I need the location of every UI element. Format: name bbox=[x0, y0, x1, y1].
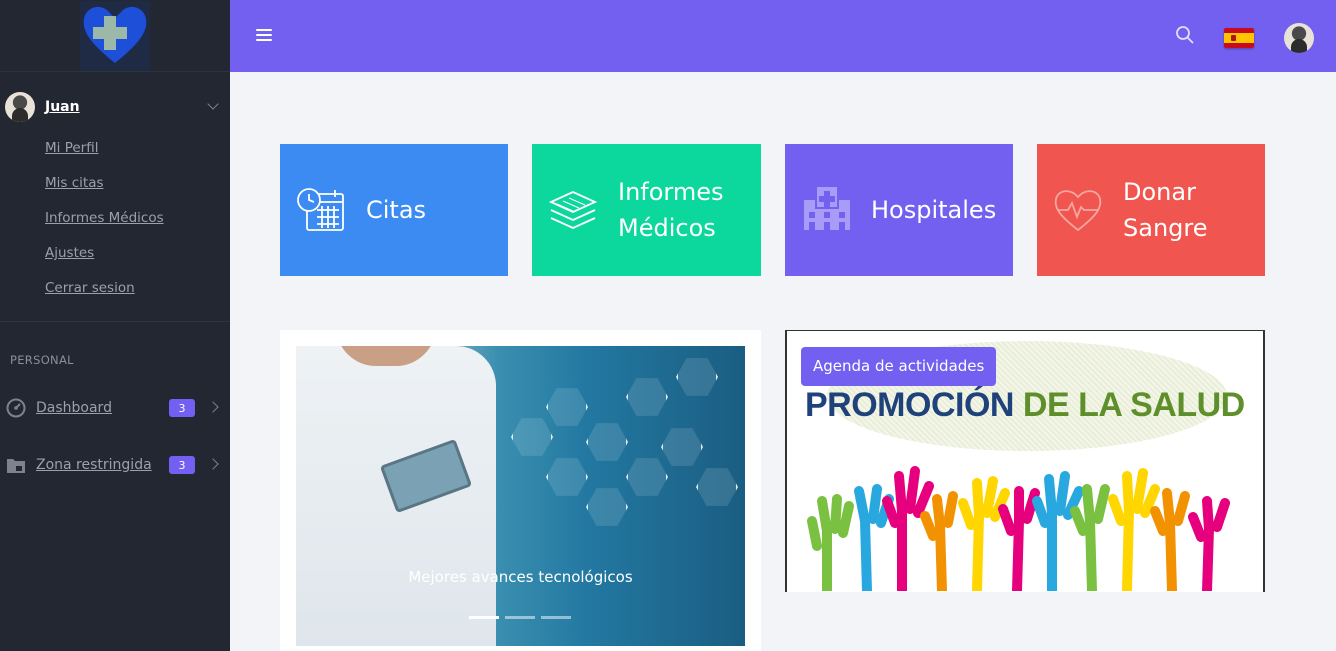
carousel-indicator[interactable] bbox=[505, 616, 535, 619]
image-carousel[interactable]: Mejores avances tecnológicos bbox=[296, 346, 745, 646]
tile-hospitales[interactable]: Hospitales bbox=[785, 144, 1013, 276]
promo-badge[interactable]: Agenda de actividades bbox=[801, 347, 997, 386]
dashboard-icon bbox=[6, 398, 26, 418]
sidebar: Juan Mi Perfil Mis citas Informes Médico… bbox=[0, 0, 230, 651]
carousel-indicator[interactable] bbox=[541, 616, 571, 619]
sidebar-item-zona-restringida[interactable]: Zona restringida 3 bbox=[6, 452, 226, 478]
tile-label: Donar Sangre bbox=[1123, 178, 1208, 242]
section-label: PERSONAL bbox=[10, 353, 74, 367]
sidebar-item-dashboard[interactable]: Dashboard 3 bbox=[6, 395, 226, 421]
tile-label: Citas bbox=[366, 196, 427, 224]
chevron-down-icon[interactable] bbox=[207, 98, 219, 110]
promo-card: Agenda de actividades PROMOCIÓN DE LA SA… bbox=[785, 330, 1265, 592]
sidebar-divider bbox=[0, 321, 230, 322]
avatar[interactable] bbox=[1284, 23, 1314, 53]
carousel-indicators bbox=[469, 616, 571, 619]
layers-icon bbox=[547, 184, 599, 236]
app-logo[interactable] bbox=[80, 0, 150, 71]
folder-lock-icon bbox=[6, 455, 26, 475]
sidebar-item-label: Zona restringida bbox=[36, 457, 152, 473]
menu-item-ajustes[interactable]: Ajustes bbox=[45, 243, 164, 278]
tile-informes-medicos[interactable]: Informes Médicos bbox=[532, 144, 761, 276]
count-badge: 3 bbox=[169, 399, 195, 417]
menu-item-mis-citas[interactable]: Mis citas bbox=[45, 173, 164, 208]
tile-donar-sangre[interactable]: Donar Sangre bbox=[1037, 144, 1265, 276]
top-header bbox=[230, 0, 1336, 72]
menu-item-mi-perfil[interactable]: Mi Perfil bbox=[45, 138, 164, 173]
tile-citas[interactable]: Citas bbox=[280, 144, 508, 276]
chevron-right-icon bbox=[207, 401, 219, 413]
raised-hands-image bbox=[807, 466, 1230, 591]
tile-label: Informes Médicos bbox=[618, 178, 724, 242]
avatar bbox=[5, 92, 35, 122]
menu-item-informes-medicos[interactable]: Informes Médicos bbox=[45, 208, 164, 243]
spain-flag-icon[interactable] bbox=[1224, 28, 1254, 48]
promo-title-part2: DE LA SALUD bbox=[1022, 386, 1245, 424]
chevron-right-icon bbox=[207, 458, 219, 470]
carousel-caption: Mejores avances tecnológicos bbox=[408, 568, 633, 586]
search-icon[interactable] bbox=[1175, 25, 1195, 45]
heart-pulse-icon bbox=[1052, 184, 1104, 236]
user-name[interactable]: Juan bbox=[45, 99, 80, 115]
carousel-card: Mejores avances tecnológicos bbox=[280, 330, 761, 651]
count-badge: 3 bbox=[169, 456, 195, 474]
sidebar-item-label: Dashboard bbox=[36, 400, 112, 416]
user-menu: Mi Perfil Mis citas Informes Médicos Aju… bbox=[45, 138, 164, 313]
logo-area bbox=[0, 0, 230, 72]
tile-label: Hospitales bbox=[871, 196, 997, 224]
promo-title: PROMOCIÓN DE LA SALUD bbox=[805, 386, 1245, 425]
menu-icon[interactable] bbox=[256, 29, 272, 41]
carousel-indicator[interactable] bbox=[469, 616, 499, 619]
promo-title-part1: PROMOCIÓN bbox=[805, 386, 1014, 424]
hospital-icon bbox=[800, 184, 852, 236]
doctor-image bbox=[296, 346, 496, 646]
sidebar-user[interactable]: Juan bbox=[5, 92, 225, 122]
menu-item-cerrar-sesion[interactable]: Cerrar sesion bbox=[45, 278, 164, 313]
calendar-clock-icon bbox=[295, 184, 347, 236]
